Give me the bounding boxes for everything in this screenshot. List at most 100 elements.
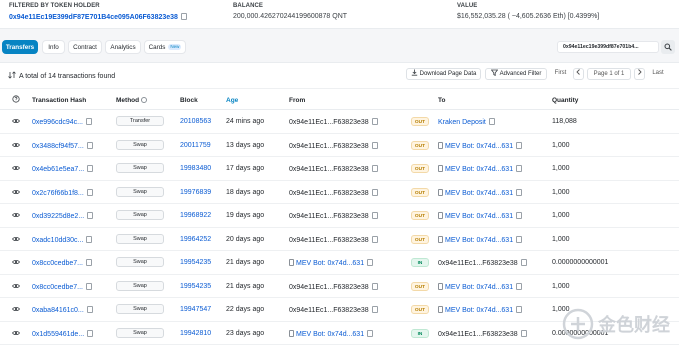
to-address-text[interactable]: MEV Bot: 0x74d...631 <box>445 143 513 150</box>
copy-icon[interactable] <box>371 118 378 125</box>
block-link[interactable]: 19964252 <box>180 236 211 243</box>
tx-hash-link[interactable]: 0x3488cf94f57... <box>32 141 93 150</box>
tx-hash-text[interactable]: 0x8cc0cedbe7... <box>32 284 83 291</box>
copy-icon[interactable] <box>86 235 93 243</box>
from-address-text[interactable]: 0x94e11Ec1...F63823e38 <box>289 166 369 173</box>
eye-icon[interactable] <box>12 141 20 149</box>
download-page-data-button[interactable]: Download Page Data <box>406 68 481 80</box>
tx-hash-text[interactable]: 0xaba84161c0... <box>32 307 84 314</box>
tx-hash-text[interactable]: 0x1d559461de... <box>32 331 84 338</box>
copy-icon[interactable] <box>367 259 374 266</box>
tab-cards-label[interactable]: Cards <box>149 44 166 51</box>
tx-hash-link[interactable]: 0x1d559461de... <box>32 329 94 338</box>
to-address[interactable]: MEV Bot: 0x74d...631 <box>438 188 523 197</box>
from-address[interactable]: 0x94e11Ec1...F63823e38 <box>289 235 378 244</box>
to-address[interactable]: MEV Bot: 0x74d...631 <box>438 306 523 314</box>
tab-cards[interactable]: Cards New <box>144 40 186 54</box>
block-link[interactable]: 19976839 <box>180 189 211 196</box>
tx-hash-text[interactable]: 0xadc10dd30c... <box>32 237 83 244</box>
tx-hash-link[interactable]: 0xd39225d8e2... <box>32 212 94 220</box>
copy-icon[interactable] <box>371 165 378 172</box>
to-address-text[interactable]: MEV Bot: 0x74d...631 <box>445 237 513 244</box>
to-address-text[interactable]: Kraken Deposit <box>438 119 486 126</box>
holder-address-text[interactable]: 0x94e11Ec19E399dF87E701B4ce095A06F63823e… <box>9 14 178 21</box>
to-address-text[interactable]: MEV Bot: 0x74d...631 <box>445 284 513 291</box>
eye-icon[interactable] <box>12 305 20 313</box>
copy-icon[interactable] <box>371 282 378 290</box>
copy-icon[interactable] <box>367 329 374 337</box>
tx-hash-text[interactable]: 0x2c76f66b1f8... <box>32 190 84 197</box>
to-address[interactable]: MEV Bot: 0x74d...631 <box>438 212 523 220</box>
from-address-text[interactable]: MEV Bot: 0x74d...631 <box>296 260 364 267</box>
eye-icon[interactable] <box>12 235 20 243</box>
from-address-text[interactable]: 0x94e11Ec1...F63823e38 <box>289 284 369 291</box>
copy-icon[interactable] <box>86 141 93 149</box>
tx-hash-text[interactable]: 0x4eb61e5ea7... <box>32 166 84 173</box>
eye-icon[interactable] <box>12 188 20 196</box>
copy-icon[interactable] <box>516 188 523 196</box>
from-address[interactable]: MEV Bot: 0x74d...631 <box>289 259 374 267</box>
from-address[interactable]: 0x94e11Ec1...F63823e38 <box>289 282 378 291</box>
copy-icon[interactable] <box>371 235 378 243</box>
copy-icon[interactable] <box>85 118 92 125</box>
copy-icon[interactable] <box>85 282 92 290</box>
tx-hash-link[interactable]: 0x2c76f66b1f8... <box>32 188 93 197</box>
from-address-text[interactable]: 0x94e11Ec1...F63823e38 <box>289 190 369 197</box>
to-address[interactable]: MEV Bot: 0x74d...631 <box>438 282 523 291</box>
copy-icon[interactable] <box>516 306 523 313</box>
tx-hash-link[interactable]: 0xe996cdc94c... <box>32 118 92 126</box>
copy-icon[interactable] <box>488 118 495 125</box>
tx-hash-text[interactable]: 0x8cc0cedbe7... <box>32 260 83 267</box>
pager-last-button[interactable]: Last <box>648 68 668 80</box>
copy-icon[interactable] <box>85 259 92 266</box>
copy-icon[interactable] <box>371 141 378 149</box>
from-address-text[interactable]: 0x94e11Ec1...F63823e38 <box>289 237 369 244</box>
copy-icon[interactable] <box>86 188 93 196</box>
copy-icon[interactable] <box>180 13 187 20</box>
to-address[interactable]: 0x94e11Ec1...F63823e38 <box>438 259 527 267</box>
eye-icon[interactable] <box>12 258 20 266</box>
from-address[interactable]: 0x94e11Ec1...F63823e38 <box>289 141 378 150</box>
copy-icon[interactable] <box>516 212 523 219</box>
advanced-filter-label[interactable]: Advanced Filter <box>500 71 542 77</box>
to-address-text[interactable]: 0x94e11Ec1...F63823e38 <box>438 331 518 338</box>
pager-next-button[interactable] <box>634 68 645 80</box>
block-link[interactable]: 20108563 <box>180 118 211 125</box>
copy-icon[interactable] <box>516 165 523 172</box>
tab-info[interactable]: Info <box>42 40 65 54</box>
col-age[interactable]: Age <box>226 97 238 104</box>
search-button[interactable] <box>661 40 675 54</box>
from-address[interactable]: 0x94e11Ec1...F63823e38 <box>289 188 378 197</box>
block-link[interactable]: 19983480 <box>180 165 211 172</box>
tx-hash-link[interactable]: 0x8cc0cedbe7... <box>32 259 92 267</box>
block-link[interactable]: 19947547 <box>180 306 211 313</box>
from-address-text[interactable]: MEV Bot: 0x74d...631 <box>296 331 364 338</box>
to-address-text[interactable]: MEV Bot: 0x74d...631 <box>445 166 513 173</box>
tx-hash-text[interactable]: 0xd39225d8e2... <box>32 213 84 220</box>
eye-icon[interactable] <box>12 117 20 125</box>
from-address-text[interactable]: 0x94e11Ec1...F63823e38 <box>289 213 369 220</box>
to-address-text[interactable]: MEV Bot: 0x74d...631 <box>445 307 513 314</box>
from-address[interactable]: MEV Bot: 0x74d...631 <box>289 329 374 338</box>
eye-icon[interactable] <box>12 329 20 337</box>
to-address[interactable]: MEV Bot: 0x74d...631 <box>438 235 523 244</box>
tab-analytics[interactable]: Analytics <box>105 40 141 54</box>
holder-address[interactable]: 0x94e11Ec19E399dF87E701B4ce095A06F63823e… <box>9 13 187 21</box>
tx-hash-link[interactable]: 0xaba84161c0... <box>32 306 93 314</box>
copy-icon[interactable] <box>371 212 378 219</box>
to-address[interactable]: MEV Bot: 0x74d...631 <box>438 141 523 150</box>
from-address-text[interactable]: 0x94e11Ec1...F63823e38 <box>289 307 369 314</box>
tx-hash-text[interactable]: 0x3488cf94f57... <box>32 143 84 150</box>
tx-hash-link[interactable]: 0xadc10dd30c... <box>32 235 93 244</box>
copy-icon[interactable] <box>516 282 523 290</box>
from-address-text[interactable]: 0x94e11Ec1...F63823e38 <box>289 143 369 150</box>
eye-icon[interactable] <box>12 282 20 290</box>
to-address[interactable]: Kraken Deposit <box>438 118 495 126</box>
help-column-icon[interactable] <box>12 95 20 105</box>
from-address[interactable]: 0x94e11Ec1...F63823e38 <box>289 212 378 220</box>
from-address-text[interactable]: 0x94e11Ec1...F63823e38 <box>289 119 369 126</box>
copy-icon[interactable] <box>86 306 93 313</box>
tx-hash-link[interactable]: 0x4eb61e5ea7... <box>32 165 94 173</box>
to-address-text[interactable]: 0x94e11Ec1...F63823e38 <box>438 260 518 267</box>
to-address-text[interactable]: MEV Bot: 0x74d...631 <box>445 213 513 220</box>
